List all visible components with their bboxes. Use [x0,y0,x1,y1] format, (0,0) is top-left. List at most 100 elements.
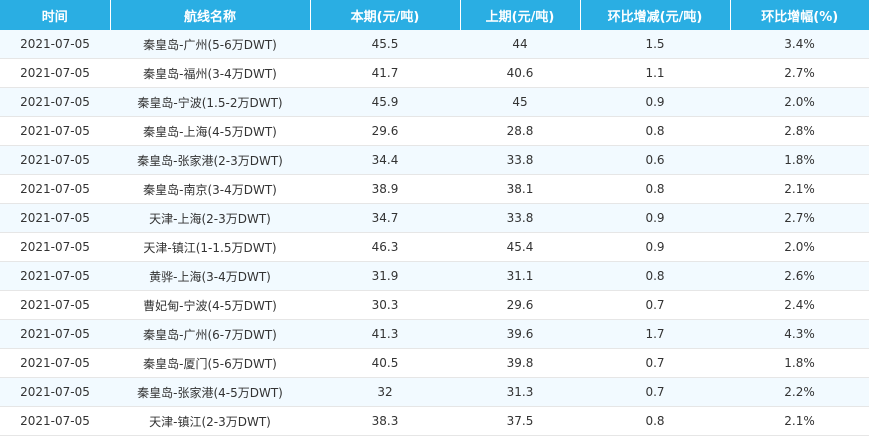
cell-previous: 28.8 [460,116,580,146]
table-row: 2021-07-05 天津-镇江(2-3万DWT) 38.3 37.5 0.8 2.1% [0,406,869,436]
cell-date: 2021-07-05 [0,348,110,378]
cell-current: 30.3 [310,290,460,320]
cell-route: 曹妃甸-宁波(4-5万DWT) [110,290,310,320]
cell-current: 45.5 [310,30,460,59]
table-row: 2021-07-05 黄骅-上海(3-4万DWT) 31.9 31.1 0.8 2.6% [0,261,869,291]
cell-change-percent: 1.8% [730,145,869,175]
cell-route: 黄骅-上海(3-4万DWT) [110,261,310,291]
cell-current: 34.4 [310,145,460,175]
cell-change: 0.6 [580,145,730,175]
cell-change: 0.7 [580,377,730,407]
cell-change: 1.7 [580,319,730,349]
cell-change: 1.1 [580,58,730,88]
cell-current: 38.3 [310,406,460,436]
table-row: 2021-07-05 秦皇岛-福州(3-4万DWT) 41.7 40.6 1.1 2.7% [0,58,869,88]
table-row: 2021-07-05 秦皇岛-广州(6-7万DWT) 41.3 39.6 1.7 4.3% [0,319,869,349]
table-row: 2021-07-05 秦皇岛-南京(3-4万DWT) 38.9 38.1 0.8 2.1% [0,174,869,204]
cell-route: 天津-镇江(2-3万DWT) [110,406,310,436]
cell-previous: 40.6 [460,58,580,88]
cell-change-percent: 2.1% [730,174,869,204]
cell-date: 2021-07-05 [0,30,110,59]
cell-date: 2021-07-05 [0,174,110,204]
cell-route: 秦皇岛-广州(5-6万DWT) [110,30,310,59]
cell-change: 0.8 [580,174,730,204]
cell-current: 31.9 [310,261,460,291]
cell-change-percent: 2.0% [730,232,869,262]
cell-current: 29.6 [310,116,460,146]
header-previous-period: 上期(元/吨) [460,0,581,30]
cell-date: 2021-07-05 [0,232,110,262]
header-row: 时间 航线名称 本期(元/吨) 上期(元/吨) 环比增减(元/吨) 环比增幅(%… [0,0,869,30]
cell-date: 2021-07-05 [0,145,110,175]
cell-route: 秦皇岛-张家港(2-3万DWT) [110,145,310,175]
cell-current: 46.3 [310,232,460,262]
cell-route: 秦皇岛-南京(3-4万DWT) [110,174,310,204]
cell-route: 秦皇岛-厦门(5-6万DWT) [110,348,310,378]
cell-change-percent: 2.0% [730,87,869,117]
cell-previous: 39.6 [460,319,580,349]
cell-change-percent: 2.2% [730,377,869,407]
cell-route: 秦皇岛-广州(6-7万DWT) [110,319,310,349]
cell-current: 32 [310,377,460,407]
cell-route: 天津-镇江(1-1.5万DWT) [110,232,310,262]
cell-route: 秦皇岛-宁波(1.5-2万DWT) [110,87,310,117]
cell-change-percent: 2.1% [730,406,869,436]
cell-date: 2021-07-05 [0,87,110,117]
cell-previous: 33.8 [460,145,580,175]
cell-previous: 45 [460,87,580,117]
cell-change-percent: 2.4% [730,290,869,320]
table-body: 2021-07-05 秦皇岛-广州(5-6万DWT) 45.5 44 1.5 3.4% 20… [0,30,869,436]
cell-previous: 29.6 [460,290,580,320]
cell-previous: 45.4 [460,232,580,262]
cell-date: 2021-07-05 [0,261,110,291]
table-row: 2021-07-05 秦皇岛-张家港(2-3万DWT) 34.4 33.8 0.6 1.8… [0,145,869,175]
cell-previous: 44 [460,30,580,59]
cell-change-percent: 1.8% [730,348,869,378]
cell-current: 45.9 [310,87,460,117]
cell-change: 0.9 [580,87,730,117]
freight-rate-table: 时间 航线名称 本期(元/吨) 上期(元/吨) 环比增减(元/吨) 环比增幅(%… [0,0,869,436]
cell-current: 41.3 [310,319,460,349]
cell-change-percent: 2.6% [730,261,869,291]
cell-change-percent: 2.7% [730,58,869,88]
header-route: 航线名称 [110,0,311,30]
cell-change-percent: 2.8% [730,116,869,146]
table-row: 2021-07-05 秦皇岛-广州(5-6万DWT) 45.5 44 1.5 3.4% [0,30,869,59]
header-change: 环比增减(元/吨) [580,0,731,30]
cell-date: 2021-07-05 [0,319,110,349]
cell-change: 0.8 [580,116,730,146]
cell-current: 38.9 [310,174,460,204]
header-date: 时间 [0,0,111,30]
cell-change: 0.8 [580,406,730,436]
cell-date: 2021-07-05 [0,377,110,407]
cell-previous: 31.1 [460,261,580,291]
cell-date: 2021-07-05 [0,290,110,320]
cell-date: 2021-07-05 [0,116,110,146]
cell-change-percent: 2.7% [730,203,869,233]
cell-change-percent: 3.4% [730,30,869,59]
cell-route: 秦皇岛-福州(3-4万DWT) [110,58,310,88]
cell-previous: 37.5 [460,406,580,436]
cell-previous: 31.3 [460,377,580,407]
table-row: 2021-07-05 秦皇岛-宁波(1.5-2万DWT) 45.9 45 0.9 2.0% [0,87,869,117]
cell-change: 0.9 [580,203,730,233]
cell-route: 秦皇岛-上海(4-5万DWT) [110,116,310,146]
cell-date: 2021-07-05 [0,58,110,88]
cell-current: 34.7 [310,203,460,233]
table-row: 2021-07-05 曹妃甸-宁波(4-5万DWT) 30.3 29.6 0.7 2.4% [0,290,869,320]
table-row: 2021-07-05 秦皇岛-上海(4-5万DWT) 29.6 28.8 0.8 2.8% [0,116,869,146]
cell-change: 0.9 [580,232,730,262]
table-row: 2021-07-05 秦皇岛-厦门(5-6万DWT) 40.5 39.8 0.7 1.8% [0,348,869,378]
cell-change: 0.7 [580,348,730,378]
cell-current: 40.5 [310,348,460,378]
cell-change: 1.5 [580,30,730,59]
cell-previous: 33.8 [460,203,580,233]
table-row: 2021-07-05 秦皇岛-张家港(4-5万DWT) 32 31.3 0.7 2.2% [0,377,869,407]
cell-route: 天津-上海(2-3万DWT) [110,203,310,233]
table-header: 时间 航线名称 本期(元/吨) 上期(元/吨) 环比增减(元/吨) 环比增幅(%… [0,0,869,30]
cell-change: 0.7 [580,290,730,320]
cell-change-percent: 4.3% [730,319,869,349]
cell-change: 0.8 [580,261,730,291]
cell-date: 2021-07-05 [0,203,110,233]
header-current-period: 本期(元/吨) [310,0,461,30]
